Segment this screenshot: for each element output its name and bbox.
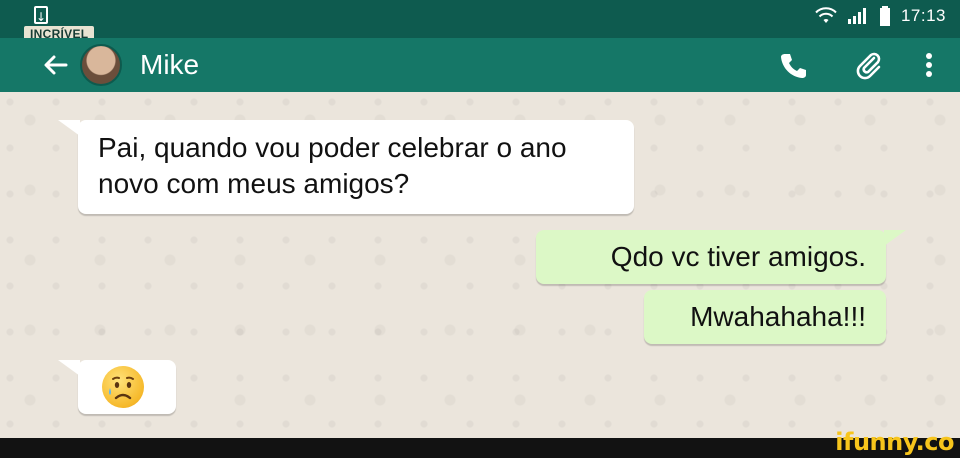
app-bar: Mike: [0, 38, 960, 92]
message-text: Mwahahaha!!!: [690, 301, 866, 332]
bubble-tail: [58, 120, 80, 136]
message-bubble-incoming[interactable]: Pai, quando vou poder celebrar o ano nov…: [58, 120, 634, 214]
status-bar: ↓ INCRÍVEL 17:13: [0, 0, 960, 42]
more-vert-icon[interactable]: [914, 50, 944, 80]
phone-icon[interactable]: [778, 50, 808, 80]
bubble-tail: [58, 360, 80, 376]
emoji-features: [109, 376, 134, 400]
paperclip-icon[interactable]: [854, 50, 884, 80]
status-right: 17:13: [815, 6, 946, 26]
watermark: ifunny.co: [835, 428, 954, 456]
wifi-icon: [815, 7, 837, 23]
signal-icon: [847, 8, 866, 24]
bubble-tail: [884, 230, 906, 246]
contact-name[interactable]: Mike: [140, 48, 199, 82]
avatar[interactable]: [80, 44, 122, 86]
bottom-bar: [0, 438, 960, 458]
message-bubble-outgoing[interactable]: Qdo vc tiver amigos.: [536, 230, 906, 284]
message-text: Pai, quando vou poder celebrar o ano nov…: [98, 132, 567, 199]
back-arrow-icon[interactable]: [40, 50, 70, 80]
message-text: Qdo vc tiver amigos.: [610, 241, 866, 272]
battery-icon: [879, 6, 890, 26]
download-icon: ↓: [34, 6, 48, 24]
status-time: 17:13: [900, 6, 946, 25]
status-left: ↓: [34, 6, 48, 24]
message-bubble-outgoing[interactable]: Mwahahaha!!!: [644, 290, 886, 344]
message-bubble-incoming[interactable]: [58, 360, 176, 414]
sad-but-relieved-face-icon: [102, 366, 144, 408]
